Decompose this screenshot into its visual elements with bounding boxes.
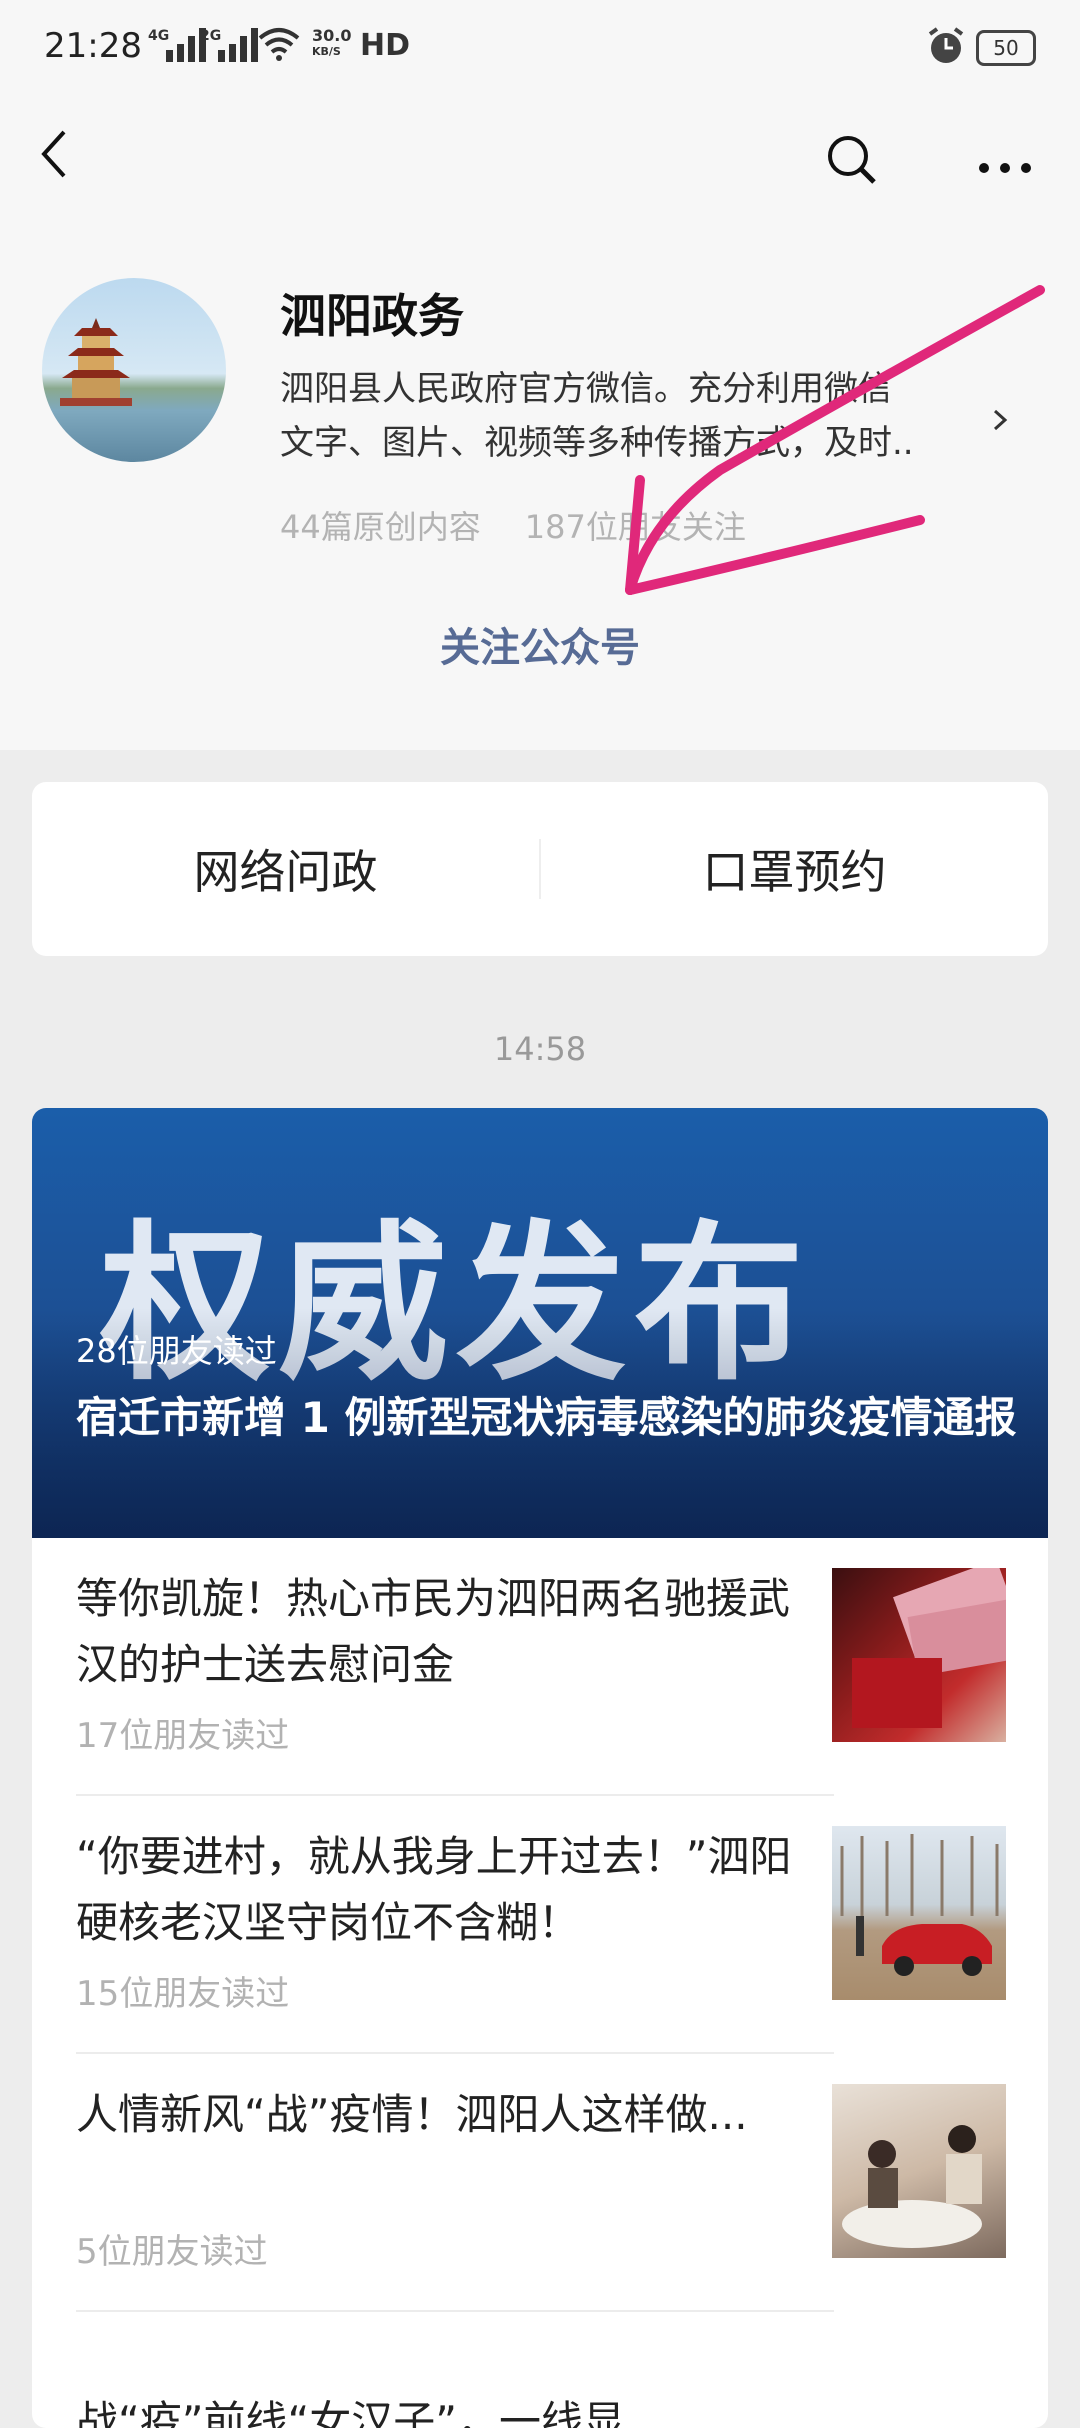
hd-label: HD <box>360 28 411 63</box>
original-count: 44篇原创内容 <box>280 508 481 546</box>
description-line: 文字、图片、视频等多种传播方式，及时.. <box>280 423 914 463</box>
nav-bar <box>0 100 1080 240</box>
search-icon[interactable] <box>822 130 882 190</box>
article-read-count: 17位朋友读过 <box>76 1716 290 1756</box>
menu-item-mask-booking[interactable]: 口罩预约 <box>541 836 1048 902</box>
article-title-partial[interactable]: 战“疫”前线“女汉子”，一线显 <box>76 2388 625 2428</box>
article-row[interactable]: 人情新风“战”疫情！泗阳人这样做... 5位朋友读过 <box>32 2054 1048 2312</box>
account-menu: 网络问政 口罩预约 <box>32 782 1048 956</box>
account-name: 泗阳政务 <box>280 289 464 343</box>
hero-read-count: 28位朋友读过 <box>76 1332 277 1370</box>
banknote-image <box>852 1568 1006 1728</box>
article-title: 人情新风“战”疫情！泗阳人这样做... <box>76 2090 748 2139</box>
battery-icon: 50 <box>976 30 1036 66</box>
more-icon[interactable] <box>970 130 1040 190</box>
message-timestamp: 14:58 <box>493 1030 587 1068</box>
hero-title: 宿迁市新增 1 例新型冠状病毒感染的肺炎疫情通报 <box>76 1393 1017 1442</box>
dinner-table-image <box>842 2125 982 2248</box>
account-profile: 泗阳政务 泗阳县人民政府官方微信。充分利用微信 文字、图片、视频等多种传播方式，… <box>0 240 1080 750</box>
article-thumbnail <box>832 1826 1006 2000</box>
alarm-icon <box>928 27 964 63</box>
article-card: 权威发布 28位朋友读过 宿迁市新增 1 例新型冠状病毒感染的肺炎疫情通报 等你… <box>32 1108 1048 2428</box>
follower-count: 187位朋友关注 <box>524 508 746 546</box>
red-car-image <box>840 1834 999 1976</box>
watermark-text: 泗阳政务 <box>892 2386 997 2416</box>
menu-item-online-inquiry[interactable]: 网络问政 <box>32 836 539 902</box>
account-description[interactable]: 泗阳县人民政府官方微信。充分利用微信 文字、图片、视频等多种传播方式，及时.. <box>280 362 980 470</box>
pagoda-image <box>60 318 132 406</box>
status-bar: 21:28 4G 2G 30.0 KB/S HD 50 <box>0 0 1080 100</box>
status-time: 21:28 <box>44 26 142 66</box>
net-rate-unit: KB/S <box>312 45 341 58</box>
account-stats: 44篇原创内容 187位朋友关注 <box>280 502 790 548</box>
article-row[interactable]: “你要进村，就从我身上开过去！”泗阳硬核老汉坚守岗位不含糊！ 15位朋友读过 <box>32 1796 1048 2054</box>
article-thumbnail <box>832 2084 1006 2258</box>
article-title: 等你凯旋！热心市民为泗阳两名驰援武汉的护士送去慰问金 <box>76 1574 791 1689</box>
article-title: “你要进村，就从我身上开过去！”泗阳硬核老汉坚守岗位不含糊！ <box>76 1832 792 1947</box>
article-row[interactable]: 等你凯旋！热心市民为泗阳两名驰援武汉的护士送去慰问金 17位朋友读过 <box>32 1538 1048 1796</box>
avatar[interactable] <box>42 278 226 462</box>
follow-button[interactable]: 关注公众号 <box>0 615 1080 673</box>
wifi-icon <box>258 28 300 61</box>
net-rate: 30.0 KB/S <box>312 28 351 60</box>
signal-icon <box>218 28 258 62</box>
back-icon[interactable] <box>30 114 80 194</box>
article-thumbnail <box>832 1568 1006 1742</box>
article-read-count: 15位朋友读过 <box>76 1974 290 2014</box>
chevron-right-icon[interactable] <box>990 405 1010 435</box>
net-rate-value: 30.0 <box>312 26 352 45</box>
row-divider <box>76 2310 834 2312</box>
article-read-count: 5位朋友读过 <box>76 2232 268 2272</box>
hero-article[interactable]: 权威发布 28位朋友读过 宿迁市新增 1 例新型冠状病毒感染的肺炎疫情通报 <box>32 1108 1048 1538</box>
description-line: 泗阳县人民政府官方微信。充分利用微信 <box>280 369 892 409</box>
